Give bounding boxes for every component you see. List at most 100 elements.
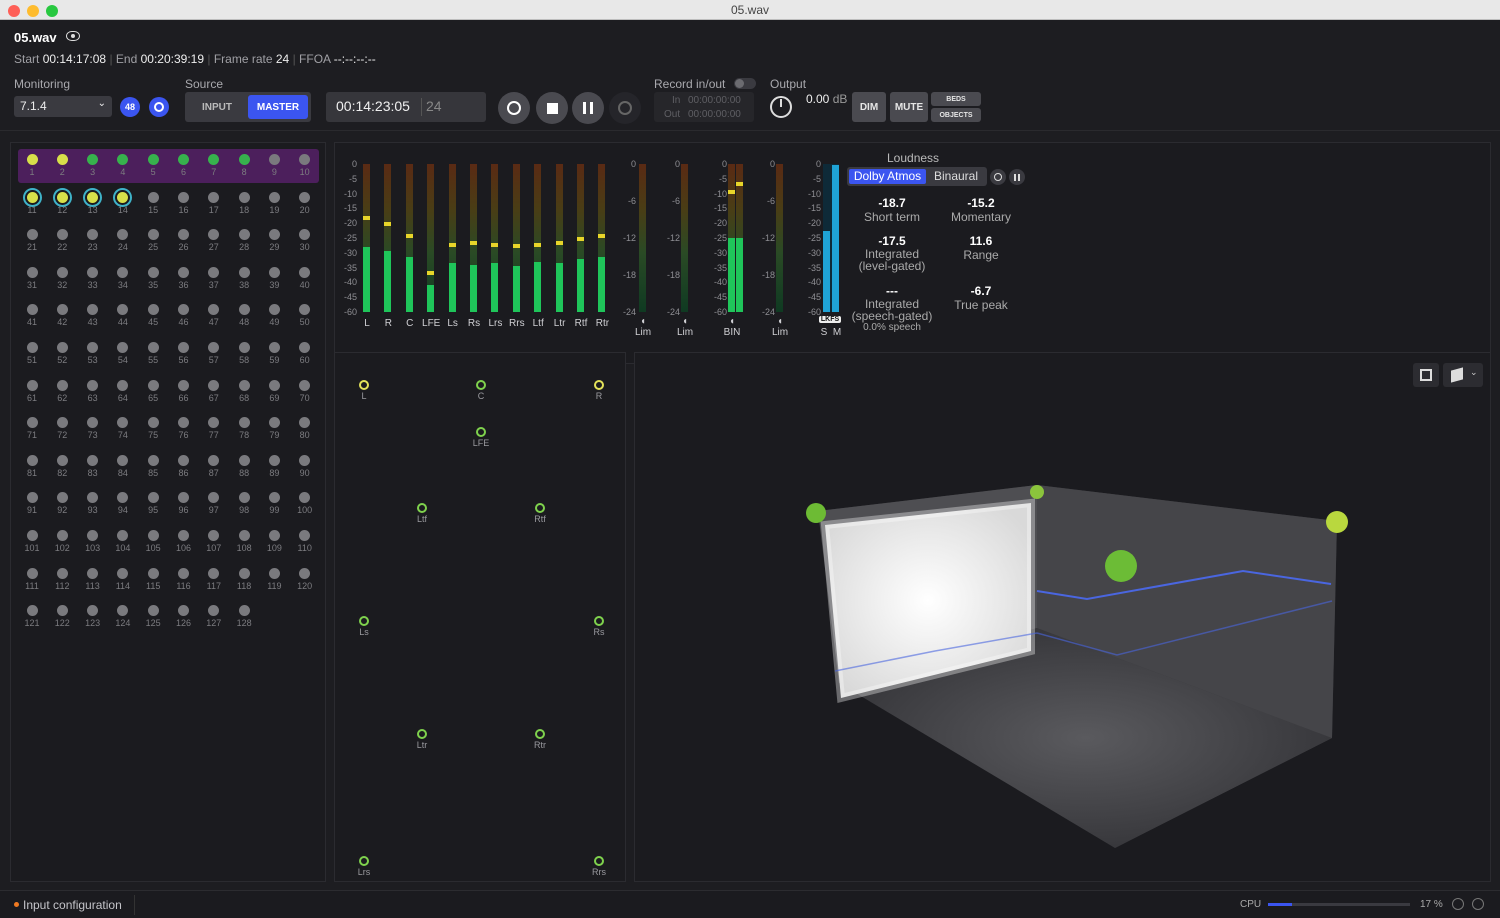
- objects-button[interactable]: OBJECTS: [931, 108, 981, 122]
- channel-21[interactable]: 21: [17, 229, 47, 252]
- channel-97[interactable]: 97: [199, 492, 229, 515]
- channel-68[interactable]: 68: [229, 379, 259, 403]
- channel-40[interactable]: 40: [290, 266, 320, 290]
- channel-86[interactable]: 86: [169, 454, 199, 478]
- channel-90[interactable]: 90: [290, 454, 320, 478]
- mute-button[interactable]: MUTE: [890, 92, 928, 122]
- sync-icon[interactable]: [149, 97, 169, 117]
- channel-62[interactable]: 62: [47, 379, 77, 403]
- channel-96[interactable]: 96: [169, 492, 199, 515]
- channel-95[interactable]: 95: [138, 492, 168, 515]
- channel-60[interactable]: 60: [290, 342, 320, 365]
- channel-78[interactable]: 78: [229, 417, 259, 440]
- speaker-rs[interactable]: [594, 616, 604, 626]
- channel-42[interactable]: 42: [47, 304, 77, 327]
- channel-65[interactable]: 65: [138, 379, 168, 403]
- channel-36[interactable]: 36: [169, 266, 199, 290]
- history-button[interactable]: [498, 92, 530, 124]
- monitoring-format-select[interactable]: 7.1.4 ⌄: [14, 96, 112, 117]
- speaker-rtr[interactable]: [535, 729, 545, 739]
- speaker-ltr[interactable]: [417, 729, 427, 739]
- channel-33[interactable]: 33: [78, 266, 108, 290]
- channel-74[interactable]: 74: [108, 417, 138, 440]
- channel-54[interactable]: 54: [108, 342, 138, 365]
- channel-88[interactable]: 88: [229, 454, 259, 478]
- channel-73[interactable]: 73: [78, 417, 108, 440]
- channel-128[interactable]: 128: [229, 605, 259, 628]
- channel-31[interactable]: 31: [17, 266, 47, 290]
- channel-124[interactable]: 124: [108, 605, 138, 628]
- channel-121[interactable]: 121: [17, 605, 47, 628]
- channel-27[interactable]: 27: [199, 229, 229, 252]
- channel-119[interactable]: 119: [259, 567, 289, 591]
- channel-123[interactable]: 123: [78, 605, 108, 628]
- speaker-ltf[interactable]: [417, 503, 427, 513]
- sample-rate-badge[interactable]: 48: [120, 97, 140, 117]
- channel-39[interactable]: 39: [259, 266, 289, 290]
- channel-77[interactable]: 77: [199, 417, 229, 440]
- channel-104[interactable]: 104: [108, 530, 138, 553]
- channel-19[interactable]: 19: [259, 191, 289, 215]
- channel-26[interactable]: 26: [169, 229, 199, 252]
- speaker-sphere[interactable]: [806, 503, 826, 523]
- pause-button[interactable]: [572, 92, 604, 124]
- record-inout-toggle[interactable]: [734, 78, 756, 89]
- channel-117[interactable]: 117: [199, 567, 229, 591]
- input-configuration-link[interactable]: Input configuration: [23, 898, 122, 912]
- refresh-icon[interactable]: [1452, 898, 1464, 910]
- speaker-rrs[interactable]: [594, 856, 604, 866]
- channel-11[interactable]: 11: [17, 191, 47, 215]
- channel-45[interactable]: 45: [138, 304, 168, 327]
- channel-126[interactable]: 126: [169, 605, 199, 628]
- channel-46[interactable]: 46: [169, 304, 199, 327]
- channel-29[interactable]: 29: [259, 229, 289, 252]
- channel-70[interactable]: 70: [290, 379, 320, 403]
- channel-76[interactable]: 76: [169, 417, 199, 440]
- channel-82[interactable]: 82: [47, 454, 77, 478]
- source-master-button[interactable]: MASTER: [248, 95, 308, 119]
- channel-64[interactable]: 64: [108, 379, 138, 403]
- channel-18[interactable]: 18: [229, 191, 259, 215]
- tab-dolby-atmos[interactable]: Dolby Atmos: [849, 169, 926, 184]
- channel-79[interactable]: 79: [259, 417, 289, 440]
- channel-92[interactable]: 92: [47, 492, 77, 515]
- channel-110[interactable]: 110: [290, 530, 320, 553]
- channel-41[interactable]: 41: [17, 304, 47, 327]
- eye-icon[interactable]: [66, 31, 80, 41]
- channel-109[interactable]: 109: [259, 530, 289, 553]
- channel-99[interactable]: 99: [259, 492, 289, 515]
- channel-28[interactable]: 28: [229, 229, 259, 252]
- channel-43[interactable]: 43: [78, 304, 108, 327]
- speaker-ls[interactable]: [359, 616, 369, 626]
- channel-67[interactable]: 67: [199, 379, 229, 403]
- channel-12[interactable]: 12: [47, 191, 77, 215]
- channel-50[interactable]: 50: [290, 304, 320, 327]
- channel-8[interactable]: 8: [229, 154, 259, 177]
- channel-55[interactable]: 55: [138, 342, 168, 365]
- channel-103[interactable]: 103: [78, 530, 108, 553]
- channel-116[interactable]: 116: [169, 567, 199, 591]
- speaker-lrs[interactable]: [359, 856, 369, 866]
- channel-69[interactable]: 69: [259, 379, 289, 403]
- record-out-value[interactable]: 00:00:00:00: [688, 109, 741, 120]
- channel-113[interactable]: 113: [78, 567, 108, 591]
- channel-81[interactable]: 81: [17, 454, 47, 478]
- record-button[interactable]: [609, 92, 641, 124]
- channel-89[interactable]: 89: [259, 454, 289, 478]
- channel-122[interactable]: 122: [47, 605, 77, 628]
- channel-94[interactable]: 94: [108, 492, 138, 515]
- channel-6[interactable]: 6: [169, 154, 199, 177]
- channel-30[interactable]: 30: [290, 229, 320, 252]
- channel-63[interactable]: 63: [78, 379, 108, 403]
- channel-102[interactable]: 102: [47, 530, 77, 553]
- channel-72[interactable]: 72: [47, 417, 77, 440]
- channel-17[interactable]: 17: [199, 191, 229, 215]
- stop-button[interactable]: [536, 92, 568, 124]
- channel-112[interactable]: 112: [47, 567, 77, 591]
- record-in-value[interactable]: 00:00:00:00: [688, 95, 741, 106]
- channel-83[interactable]: 83: [78, 454, 108, 478]
- channel-127[interactable]: 127: [199, 605, 229, 628]
- channel-91[interactable]: 91: [17, 492, 47, 515]
- dim-button[interactable]: DIM: [852, 92, 886, 122]
- channel-10[interactable]: 10: [290, 154, 320, 177]
